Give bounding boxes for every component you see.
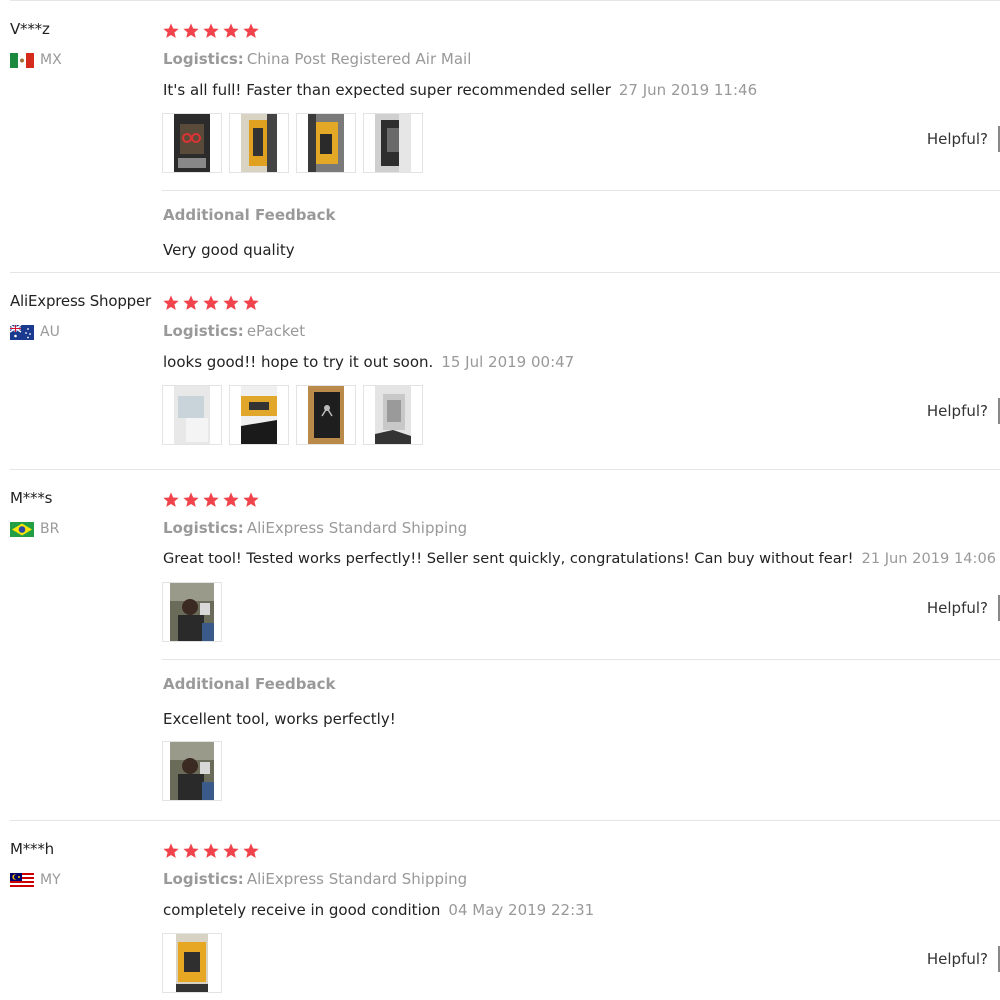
star-icon — [162, 294, 180, 312]
comment-text: Great tool! Tested works perfectly!! Sel… — [163, 550, 854, 567]
additional-feedback-title: Additional Feedback — [163, 675, 336, 693]
logistics-label: Logistics: — [163, 519, 244, 537]
comment-text: completely receive in good condition — [163, 901, 441, 919]
review-photo-thumbnail[interactable] — [162, 933, 222, 993]
additional-feedback-text: Excellent tool, works perfectly! — [163, 710, 396, 728]
additional-feedback-title: Additional Feedback — [163, 206, 336, 224]
helpful-label: Helpful? — [926, 130, 988, 148]
logistics-method: AliExpress Standard Shipping — [246, 519, 468, 537]
reviewer-country: AU — [10, 324, 60, 340]
flag-my-icon — [10, 872, 34, 888]
additional-feedback-text: Very good quality — [163, 241, 295, 259]
review-photo-thumbnail[interactable] — [162, 582, 222, 642]
star-icon — [202, 22, 220, 40]
star-rating — [162, 22, 260, 40]
review-date: 27 Jun 2019 11:46 — [618, 81, 758, 99]
review-date: 15 Jul 2019 00:47 — [441, 353, 575, 371]
star-icon — [182, 294, 200, 312]
logistics-label: Logistics: — [163, 322, 244, 340]
comment-text: It's all full! Faster than expected supe… — [163, 81, 611, 99]
helpful-button[interactable]: Helpful? — [927, 398, 1000, 424]
star-icon — [162, 491, 180, 509]
helpful-label: Helpful? — [926, 950, 988, 968]
photo-strip — [162, 582, 222, 642]
country-code: MX — [40, 52, 62, 68]
star-icon — [222, 294, 240, 312]
star-icon — [162, 22, 180, 40]
helpful-button[interactable]: Helpful? — [927, 126, 1000, 152]
review-comment: Great tool! Tested works perfectly!! Sel… — [163, 550, 996, 567]
country-code: BR — [40, 521, 60, 537]
country-code: AU — [40, 324, 60, 340]
reviewer-country: BR — [10, 521, 59, 537]
review-photo-thumbnail[interactable] — [229, 113, 289, 173]
review-photo-thumbnail[interactable] — [162, 385, 222, 445]
logistics-info: Logistics: China Post Registered Air Mail — [163, 50, 471, 68]
star-icon — [242, 294, 260, 312]
review-divider — [10, 469, 1000, 470]
reviewer-country: MY — [10, 872, 61, 888]
photo-strip — [162, 933, 222, 993]
additional-feedback-divider — [162, 659, 1000, 660]
review-comment: looks good!! hope to try it out soon. 15 … — [163, 353, 574, 371]
additional-photo-strip — [162, 741, 222, 801]
logistics-info: Logistics: AliExpress Standard Shipping — [163, 519, 467, 537]
star-rating — [162, 491, 260, 509]
helpful-label: Helpful? — [926, 402, 988, 420]
photo-strip — [162, 385, 423, 445]
logistics-label: Logistics: — [163, 50, 244, 68]
reviewer-name: V***z — [10, 20, 50, 38]
country-code: MY — [40, 872, 61, 888]
feedback-page: V***z MX Logistics: China Post Registered… — [0, 0, 1000, 1000]
star-rating — [162, 294, 260, 312]
star-icon — [242, 842, 260, 860]
logistics-method: China Post Registered Air Mail — [246, 50, 472, 68]
review-date: 21 Jun 2019 14:06 — [861, 550, 997, 567]
flag-au-icon — [10, 324, 34, 340]
additional-feedback-divider — [162, 190, 1000, 191]
star-icon — [182, 491, 200, 509]
comment-text: looks good!! hope to try it out soon. — [163, 353, 434, 371]
star-icon — [182, 842, 200, 860]
star-icon — [162, 842, 180, 860]
helpful-label: Helpful? — [926, 599, 988, 617]
review-comment: It's all full! Faster than expected supe… — [163, 81, 757, 99]
star-icon — [202, 294, 220, 312]
review-divider — [10, 272, 1000, 273]
review-photo-thumbnail[interactable] — [363, 385, 423, 445]
review-date: 04 May 2019 22:31 — [448, 901, 595, 919]
star-rating — [162, 842, 260, 860]
top-divider — [10, 0, 1000, 1]
reviewer-name: M***s — [10, 489, 53, 507]
photo-strip — [162, 113, 423, 173]
logistics-info: Logistics: ePacket — [163, 322, 305, 340]
review-comment: completely receive in good condition 04 M… — [163, 901, 594, 919]
star-icon — [202, 842, 220, 860]
reviewer-country: MX — [10, 52, 62, 68]
review-photo-thumbnail[interactable] — [296, 385, 356, 445]
review-divider — [10, 820, 1000, 821]
logistics-method: AliExpress Standard Shipping — [246, 870, 468, 888]
reviewer-name: AliExpress Shopper — [10, 292, 151, 310]
logistics-method: ePacket — [246, 322, 306, 340]
logistics-label: Logistics: — [163, 870, 244, 888]
review-photo-thumbnail[interactable] — [162, 741, 222, 801]
star-icon — [242, 491, 260, 509]
reviewer-name: M***h — [10, 840, 54, 858]
review-photo-thumbnail[interactable] — [363, 113, 423, 173]
flag-mx-icon — [10, 52, 34, 68]
star-icon — [242, 22, 260, 40]
star-icon — [222, 842, 240, 860]
flag-br-icon — [10, 521, 34, 537]
star-icon — [182, 22, 200, 40]
review-photo-thumbnail[interactable] — [229, 385, 289, 445]
logistics-info: Logistics: AliExpress Standard Shipping — [163, 870, 467, 888]
helpful-button[interactable]: Helpful? — [927, 595, 1000, 621]
helpful-button[interactable]: Helpful? — [927, 946, 1000, 972]
star-icon — [222, 22, 240, 40]
star-icon — [202, 491, 220, 509]
star-icon — [222, 491, 240, 509]
review-photo-thumbnail[interactable] — [162, 113, 222, 173]
review-photo-thumbnail[interactable] — [296, 113, 356, 173]
